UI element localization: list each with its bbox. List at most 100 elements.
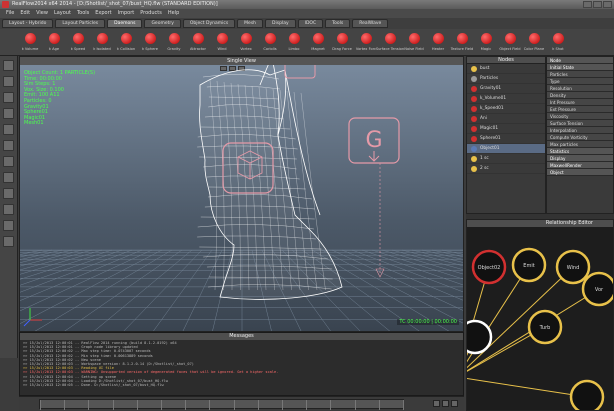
menu-view[interactable]: View: [36, 9, 48, 18]
property-row[interactable]: Initial State: [547, 64, 613, 71]
shelf-tool-7[interactable]: Attractor: [186, 31, 210, 55]
shelf-tool-10[interactable]: Coriolis: [258, 31, 282, 55]
shelf-tool-12[interactable]: Magnet: [306, 31, 330, 55]
shelf-tab-6[interactable]: Display: [265, 19, 296, 28]
shelf-tab-0[interactable]: Layout - Hybrido: [2, 19, 54, 28]
node-item[interactable]: Sphere01: [467, 134, 545, 144]
menu-layout[interactable]: Layout: [54, 9, 71, 18]
shelf-tool-8[interactable]: Wind: [210, 31, 234, 55]
step-icon[interactable]: [451, 400, 458, 407]
property-row[interactable]: Ext Pressure: [547, 106, 613, 113]
shelf-tool-16[interactable]: Noise Field: [402, 31, 426, 55]
property-row[interactable]: Statistics: [547, 148, 613, 155]
render-icon[interactable]: [3, 156, 14, 167]
shelf-tool-17[interactable]: Heater: [426, 31, 450, 55]
menu-file[interactable]: File: [6, 9, 14, 18]
shelf-tool-11[interactable]: Limbo: [282, 31, 306, 55]
node-item[interactable]: Particles: [467, 74, 545, 84]
shelf-tool-22[interactable]: k Shot: [546, 31, 570, 55]
property-row[interactable]: Resolution: [547, 85, 613, 92]
export-icon[interactable]: [3, 220, 14, 231]
move-icon[interactable]: [3, 76, 14, 87]
stop-icon[interactable]: [442, 400, 449, 407]
node-item[interactable]: Gravity01: [467, 84, 545, 94]
menu-products[interactable]: Products: [140, 9, 162, 18]
property-row[interactable]: Int Pressure: [547, 99, 613, 106]
shelf-tool-2[interactable]: k Speed: [66, 31, 90, 55]
shelf-tool-19[interactable]: Magic: [474, 31, 498, 55]
property-row[interactable]: Object: [547, 169, 613, 176]
node-item[interactable]: 2 sc: [467, 164, 545, 174]
camera-icon[interactable]: [3, 124, 14, 135]
shelf-tab-9[interactable]: RealWave: [352, 19, 389, 28]
rotate-icon[interactable]: [3, 92, 14, 103]
shelf-tab-4[interactable]: Object Dynamics: [182, 19, 236, 28]
property-row[interactable]: Interpolation: [547, 127, 613, 134]
shelf-tab-7[interactable]: IDOC: [297, 19, 324, 28]
select-icon[interactable]: [3, 60, 14, 71]
shelf-tool-9[interactable]: Vortex: [234, 31, 258, 55]
nodes-panel: Nodes bust Particles Gravity01 k_Volume01 k_…: [466, 56, 546, 214]
node-item[interactable]: Object01: [467, 144, 545, 154]
shelf-tool-14[interactable]: Vortex Forc: [354, 31, 378, 55]
scale-icon[interactable]: [3, 108, 14, 119]
viewport-panel[interactable]: Single View G Object Count: 1 PARTICLE(S…: [19, 56, 464, 332]
relation-node[interactable]: [569, 379, 605, 411]
stop-icon[interactable]: [3, 204, 14, 215]
shelf-tool-4[interactable]: k Collision: [114, 31, 138, 55]
shelf-tool-20[interactable]: Object Field: [498, 31, 522, 55]
menu-import[interactable]: Import: [118, 9, 135, 18]
relation-node[interactable]: [467, 319, 493, 355]
node-item[interactable]: Ani: [467, 114, 545, 124]
property-row[interactable]: Type: [547, 78, 613, 85]
shelf-tool-5[interactable]: k Sphere: [138, 31, 162, 55]
shelf-tool-13[interactable]: Drag Force: [330, 31, 354, 55]
timeline-ruler[interactable]: [39, 399, 404, 410]
play-icon[interactable]: [433, 400, 440, 407]
messages-panel: Messages >> 15/Jul/2013 12:00:01 -- Real…: [19, 332, 464, 396]
property-row[interactable]: Node: [547, 57, 613, 64]
node-type-icon: [471, 135, 477, 142]
property-row[interactable]: Density: [547, 92, 613, 99]
property-row[interactable]: Particles: [547, 71, 613, 78]
shelf-tool-15[interactable]: Surface Tension: [376, 31, 404, 55]
shelf-tool-18[interactable]: Texture Field: [450, 31, 474, 55]
shelf-tool-3[interactable]: k Isolated: [90, 31, 114, 55]
menu-help[interactable]: Help: [168, 9, 179, 18]
shelf-tool-6[interactable]: Gravity: [162, 31, 186, 55]
node-item[interactable]: 1 sc: [467, 154, 545, 164]
light-icon[interactable]: [3, 140, 14, 151]
node-item[interactable]: k_Volume01: [467, 94, 545, 104]
save-icon[interactable]: [3, 236, 14, 247]
shelf-tool-label: Object Field: [499, 47, 521, 51]
shelf-tab-8[interactable]: Tools: [325, 19, 351, 28]
property-row[interactable]: Max particles: [547, 141, 613, 148]
play-icon[interactable]: [3, 188, 14, 199]
gravity-gizmo[interactable]: G: [348, 117, 400, 278]
sim-icon[interactable]: [3, 172, 14, 183]
relationship-graph[interactable]: Object02 Emit Wind Vor Turb: [467, 227, 614, 411]
maximize-button[interactable]: [593, 1, 602, 8]
menu-export[interactable]: Export: [95, 9, 111, 18]
viewport-title: Single View: [20, 57, 463, 65]
property-row[interactable]: MaxwellRender: [547, 162, 613, 169]
node-item[interactable]: k_Speed01: [467, 104, 545, 114]
shelf-tool-0[interactable]: k Volume: [18, 31, 42, 55]
menu-tools[interactable]: Tools: [77, 9, 89, 18]
property-row[interactable]: Compute Vorticity: [547, 134, 613, 141]
menu-edit[interactable]: Edit: [20, 9, 30, 18]
node-type-icon: [471, 85, 477, 92]
node-item[interactable]: Magic01: [467, 124, 545, 134]
shelf-tab-5[interactable]: Mesh: [237, 19, 264, 28]
shelf-tab-3[interactable]: Geometry: [144, 19, 181, 28]
minimize-button[interactable]: [583, 1, 592, 8]
property-row[interactable]: Display: [547, 155, 613, 162]
property-row[interactable]: Surface Tension: [547, 120, 613, 127]
shelf-tool-21[interactable]: Color Plane: [522, 31, 546, 55]
shelf-tab-2[interactable]: Daemons: [107, 19, 143, 28]
close-button[interactable]: [603, 1, 612, 8]
shelf-tool-1[interactable]: k Age: [42, 31, 66, 55]
node-item[interactable]: bust: [467, 64, 545, 74]
shelf-tab-1[interactable]: Layout Particles: [55, 19, 106, 28]
property-row[interactable]: Viscosity: [547, 113, 613, 120]
